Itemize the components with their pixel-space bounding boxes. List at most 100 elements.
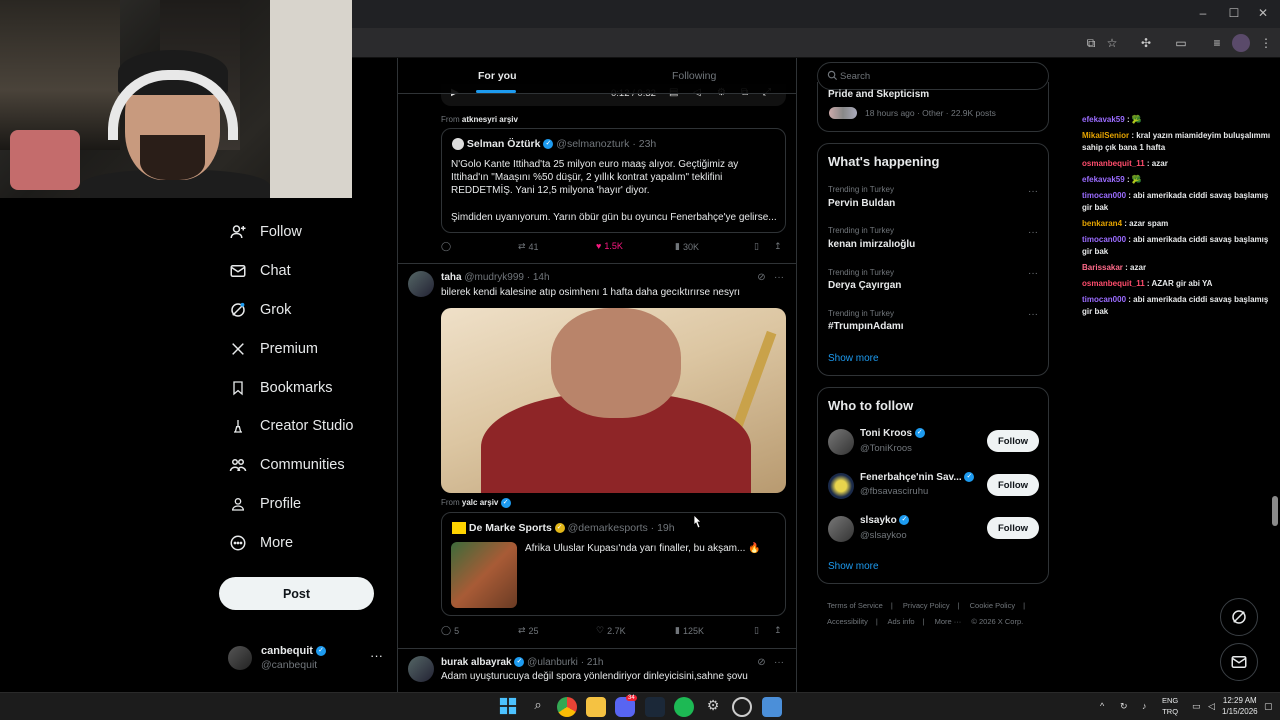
mic-icon[interactable]: ♪ [1142, 701, 1147, 711]
suggested-account-name[interactable]: Toni Kroos [860, 428, 912, 439]
settings-icon[interactable]: ⚙ [703, 697, 723, 717]
tweet-image[interactable] [441, 308, 786, 493]
grok-icon[interactable]: ⊘ [757, 272, 765, 283]
footer-link[interactable]: Accessibility [827, 617, 868, 626]
more-icon[interactable]: ··· [1028, 268, 1038, 279]
views-button[interactable]: ▮ 125K [675, 625, 704, 636]
menu-icon[interactable]: ⋮ [1257, 34, 1275, 52]
chrome-icon[interactable] [557, 697, 577, 717]
tweet-menu[interactable]: ⊘ ··· [757, 657, 784, 668]
avatar[interactable] [408, 271, 434, 297]
star-icon[interactable]: ☆ [1103, 34, 1121, 52]
footer-link[interactable]: Privacy Policy [903, 601, 950, 610]
maximize-button[interactable]: ☐ [1224, 6, 1244, 20]
extensions-icon[interactable]: ✣ [1137, 34, 1155, 52]
page-scrollbar[interactable] [1271, 58, 1279, 698]
grok-fab-button[interactable] [1220, 598, 1258, 636]
trend-item[interactable]: #TrumpınAdamı [828, 321, 904, 332]
tab-for-you[interactable]: For you [478, 70, 517, 82]
grok-icon[interactable]: ⊘ [757, 657, 765, 668]
profile-icon[interactable] [1232, 34, 1250, 52]
views-button[interactable]: ▮ 30K [675, 241, 699, 252]
tab-following[interactable]: Following [672, 70, 716, 82]
more-icon[interactable]: ··· [774, 272, 784, 283]
nav-item-premium[interactable]: Premium [228, 334, 318, 364]
quoted-tweet[interactable]: De Marke Sports ✓ @demarkesports · 19h A… [441, 512, 786, 616]
quoted-tweet[interactable]: Selman Öztürk ✓ @selmanozturk · 23h N'Go… [441, 128, 786, 233]
tweet-author-name[interactable]: taha [441, 272, 462, 283]
minimize-button[interactable]: – [1193, 6, 1213, 20]
account-more-icon[interactable]: ··· [370, 648, 383, 663]
more-icon[interactable]: ··· [774, 657, 784, 668]
notifications-icon[interactable]: ▢ [1264, 701, 1273, 712]
address-bar[interactable] [352, 32, 1072, 54]
nav-item-creator-studio[interactable]: Creator Studio [228, 411, 354, 441]
more-icon[interactable]: ··· [1028, 186, 1038, 197]
post-button[interactable]: Post [219, 577, 374, 610]
trend-item[interactable]: Derya Çayırgan [828, 280, 901, 291]
obs-icon[interactable] [732, 697, 752, 717]
display-icon[interactable]: ▭ [1192, 701, 1201, 712]
windows-start-icon[interactable] [499, 697, 519, 717]
messages-fab-button[interactable] [1220, 643, 1258, 681]
avatar[interactable] [828, 429, 854, 455]
share-button[interactable]: ↥ [774, 241, 782, 252]
avatar[interactable] [408, 656, 434, 682]
account-switcher[interactable]: canbequit ✓ @canbequit ··· [228, 643, 388, 675]
nav-item-follow[interactable]: Follow [228, 217, 302, 247]
show-more-link[interactable]: Show more [828, 353, 879, 364]
system-clock[interactable]: 12:29 AM 1/15/2026 [1222, 695, 1258, 717]
tweet-author-name[interactable]: burak albayrak [441, 657, 512, 668]
sidebar-icon[interactable]: ▭ [1172, 34, 1190, 52]
nav-item-more[interactable]: More [228, 528, 293, 558]
bookmark-button[interactable]: ▯ [754, 625, 759, 636]
scroll-thumb[interactable] [1272, 496, 1278, 526]
spotify-icon[interactable] [674, 697, 694, 717]
reply-button[interactable]: ◯ 5 [441, 625, 459, 636]
cast-icon[interactable]: ⧉ [1082, 34, 1100, 52]
repost-button[interactable]: ⇄ 41 [518, 241, 539, 252]
notepad-icon[interactable] [762, 697, 782, 717]
footer-link[interactable]: Cookie Policy [970, 601, 1015, 610]
footer-link[interactable]: More ··· [935, 617, 962, 626]
trend-item[interactable]: kenan imirzalıoğlu [828, 239, 915, 250]
whats-happening-panel: What's happening Trending in Turkey Perv… [817, 143, 1049, 376]
repost-button[interactable]: ⇄ 25 [518, 625, 539, 636]
suggested-account-name[interactable]: slsayko [860, 515, 897, 526]
steam-icon[interactable] [645, 697, 665, 717]
footer-link[interactable]: Terms of Service [827, 601, 883, 610]
more-icon[interactable]: ··· [1028, 227, 1038, 238]
follow-button[interactable]: Follow [987, 430, 1039, 452]
reading-list-icon[interactable]: ≡ [1208, 34, 1226, 52]
tray-chevron-icon[interactable]: ^ [1100, 701, 1104, 711]
show-more-link[interactable]: Show more [828, 561, 879, 572]
footer-link[interactable]: Ads info [887, 617, 914, 626]
bookmark-button[interactable]: ▯ [754, 241, 759, 252]
nav-item-chat[interactable]: Chat [228, 256, 291, 286]
more-icon[interactable]: ··· [1028, 309, 1038, 320]
tweet-menu[interactable]: ⊘ ··· [757, 272, 784, 283]
nav-item-grok[interactable]: Grok [228, 295, 291, 325]
like-button[interactable]: ♥ 1.5K [596, 241, 623, 251]
avatar[interactable] [828, 473, 854, 499]
file-explorer-icon[interactable] [586, 697, 606, 717]
search-input[interactable]: Search [840, 71, 870, 82]
network-icon[interactable]: ↻ [1120, 701, 1128, 712]
from-source[interactable]: yalc arşiv [462, 498, 498, 507]
search-icon[interactable]: ⌕ [528, 697, 548, 717]
suggested-account-name[interactable]: Fenerbahçe'nin Sav... [860, 472, 962, 483]
follow-button[interactable]: Follow [987, 474, 1039, 496]
nav-item-profile[interactable]: Profile [228, 489, 301, 519]
nav-item-bookmarks[interactable]: Bookmarks [228, 373, 333, 403]
avatar[interactable] [828, 516, 854, 542]
trend-item[interactable]: Pervin Buldan [828, 198, 895, 209]
like-button[interactable]: ♡ 2.7K [596, 625, 626, 636]
nav-item-communities[interactable]: Communities [228, 450, 345, 480]
follow-button[interactable]: Follow [987, 517, 1039, 539]
from-source[interactable]: atknesyri arşiv [462, 115, 518, 124]
share-button[interactable]: ↥ [774, 625, 782, 636]
reply-button[interactable]: ◯ [441, 241, 454, 252]
volume-icon[interactable]: ◁ [1208, 701, 1215, 712]
close-window-button[interactable]: ✕ [1253, 6, 1273, 20]
input-language[interactable]: ENG TRQ [1162, 695, 1178, 717]
